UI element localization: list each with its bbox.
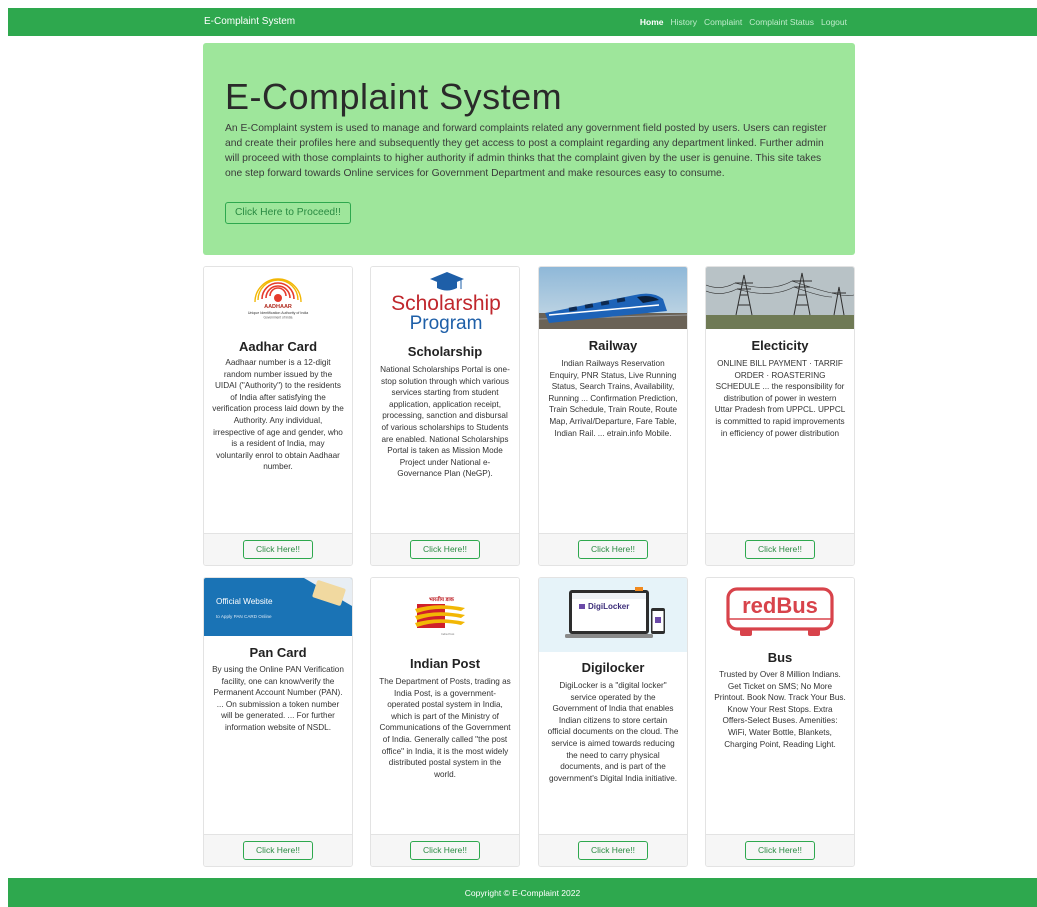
card-bus: redBus Bus Trusted by Over 8 Million Ind… <box>705 577 855 867</box>
railway-click-button[interactable]: Click Here!! <box>578 540 648 559</box>
electricity-click-button[interactable]: Click Here!! <box>745 540 815 559</box>
svg-text:Scholarship: Scholarship <box>391 292 501 315</box>
hero-title: E-Complaint System <box>225 76 563 117</box>
svg-text:भारतीय डाक: भारतीय डाक <box>429 596 455 603</box>
card-title: Electicity <box>751 338 809 353</box>
bus-click-button[interactable]: Click Here!! <box>745 841 815 860</box>
card-footer: Click Here!! <box>204 533 352 565</box>
page-footer: Copyright © E-Complaint 2022 <box>8 878 1037 907</box>
card-title: Digilocker <box>581 660 645 675</box>
card-text: ONLINE BILL PAYMENT · TARRIF ORDER · ROA… <box>714 359 846 438</box>
aadhar-click-button[interactable]: Click Here!! <box>243 540 313 559</box>
svg-text:India Post: India Post <box>441 632 455 636</box>
nav-history[interactable]: History <box>671 17 697 27</box>
card-text: By using the Online PAN Verification fac… <box>212 665 344 732</box>
card-title: Bus <box>767 650 793 665</box>
card-title: Pan Card <box>249 645 307 660</box>
copyright-text: Copyright © E-Complaint 2022 <box>464 888 581 898</box>
card-footer: Click Here!! <box>371 533 519 565</box>
card-digilocker: DigiLocker Digilocker DigiLocker is a "d… <box>538 577 688 867</box>
svg-text:Program: Program <box>410 313 483 334</box>
card-scholarship: Scholarship Program Scholarship National… <box>370 266 520 566</box>
pan-card-banner-icon: Official Website to Apply PAN CARD Onlin… <box>204 578 352 636</box>
svg-text:redBus: redBus <box>742 593 818 618</box>
svg-text:to Apply PAN CARD Online: to Apply PAN CARD Online <box>216 614 272 619</box>
scholarship-logo-icon: Scholarship Program <box>371 267 519 341</box>
card-text: Trusted by Over 8 Million Indians. Get T… <box>714 670 846 749</box>
card-railway: Railway Indian Railways Reservation Enqu… <box>538 266 688 566</box>
card-indian-post: भारतीय डाक India Post Indian Post The De… <box>370 577 520 867</box>
nav-complaint-status[interactable]: Complaint Status <box>749 17 814 27</box>
card-footer: Click Here!! <box>204 834 352 866</box>
card-pan: Official Website to Apply PAN CARD Onlin… <box>203 577 353 867</box>
power-tower-icon <box>706 267 854 329</box>
card-footer: Click Here!! <box>539 834 687 866</box>
hero-description: An E-Complaint system is used to manage … <box>225 123 827 179</box>
card-text: Aadhaar number is a 12-digit random numb… <box>212 358 344 472</box>
card-footer: Click Here!! <box>371 834 519 866</box>
svg-text:DigiLocker: DigiLocker <box>588 602 629 611</box>
svg-text:Government of India: Government of India <box>264 316 293 320</box>
digilocker-devices-icon: DigiLocker <box>539 578 687 652</box>
digilocker-click-button[interactable]: Click Here!! <box>578 841 648 860</box>
navbar-brand[interactable]: E-Complaint System <box>204 16 295 27</box>
card-text: The Department of Posts, trading as Indi… <box>379 677 511 779</box>
card-footer: Click Here!! <box>539 533 687 565</box>
nav-complaint[interactable]: Complaint <box>704 17 742 27</box>
svg-text:Unique Identification Authorit: Unique Identification Authority of India <box>248 311 308 315</box>
proceed-button[interactable]: Click Here to Proceed!! <box>225 202 351 224</box>
hero-jumbotron: E-Complaint System An E-Complaint system… <box>203 43 855 255</box>
card-electricity: Electicity ONLINE BILL PAYMENT · TARRIF … <box>705 266 855 566</box>
scholarship-click-button[interactable]: Click Here!! <box>410 540 480 559</box>
card-text: National Scholarships Portal is one-stop… <box>380 365 510 479</box>
card-title: Aadhar Card <box>238 339 318 354</box>
card-footer: Click Here!! <box>706 834 854 866</box>
pan-click-button[interactable]: Click Here!! <box>243 841 313 860</box>
svg-text:AADHAAR: AADHAAR <box>264 304 292 310</box>
aadhaar-logo-icon: AADHAAR Unique Identification Authority … <box>204 267 352 337</box>
indian-post-click-button[interactable]: Click Here!! <box>410 841 480 860</box>
nav-logout[interactable]: Logout <box>821 17 847 27</box>
redbus-logo-icon: redBus <box>706 578 854 642</box>
svg-text:Official Website: Official Website <box>216 597 273 606</box>
nav-links: Home History Complaint Complaint Status … <box>640 17 847 27</box>
nav-home[interactable]: Home <box>640 17 664 27</box>
card-footer: Click Here!! <box>706 533 854 565</box>
train-photo-icon <box>539 267 687 329</box>
card-title: Scholarship <box>407 344 483 359</box>
card-text: Indian Railways Reservation Enquiry, PNR… <box>548 359 678 438</box>
card-title: Railway <box>588 338 638 353</box>
card-title: Indian Post <box>409 656 481 671</box>
india-post-logo-icon: भारतीय डाक India Post <box>371 578 519 652</box>
top-navbar: E-Complaint System Home History Complain… <box>8 8 1037 36</box>
card-text: DigiLocker is a "digital locker" service… <box>547 681 679 783</box>
card-aadhar: AADHAAR Unique Identification Authority … <box>203 266 353 566</box>
